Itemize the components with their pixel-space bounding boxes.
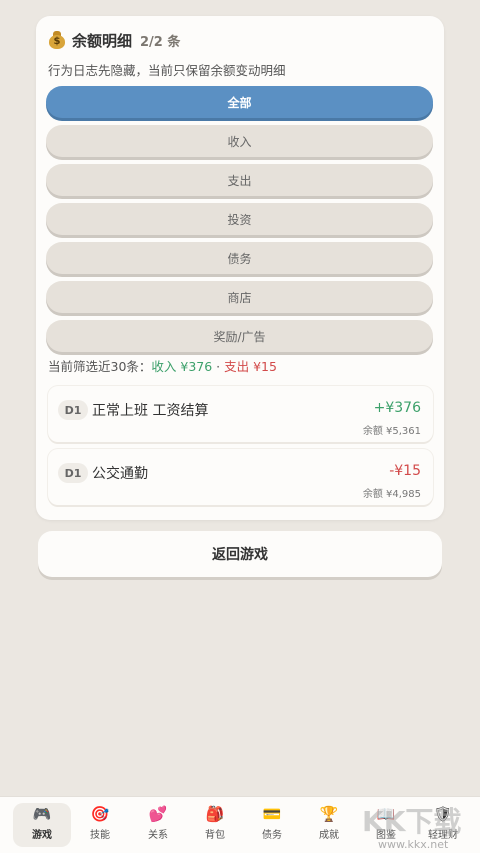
entry-amount: +¥376 [373,400,421,416]
tab-skills[interactable]: 🎯 技能 [71,803,129,847]
summary-separator: · [212,359,225,374]
tab-relationships[interactable]: 💕 关系 [129,803,187,847]
watermark-text: KK下载 [362,805,462,838]
entry-balance: 余额 ¥4,985 [362,489,421,500]
summary-expense: 支出 ¥15 [224,359,277,374]
filter-reward-ad-button[interactable]: 奖励/广告 [46,320,433,352]
entry-title: 正常上班 工资结算 [92,403,209,419]
trophy-icon: 🏆 [319,805,339,823]
tab-label: 背包 [205,830,225,841]
tab-label: 关系 [148,830,168,841]
panel-subtitle: 行为日志先隐藏，当前只保留余额变动明细 [48,63,286,78]
money-bag-icon: $ [48,30,66,50]
summary-income: 收入 ¥376 [151,359,213,374]
entry-title: 公交通勤 [92,466,148,482]
tab-achievements[interactable]: 🏆 成就 [300,803,358,847]
filter-expense-button[interactable]: 支出 [46,164,433,196]
tab-label: 成就 [319,830,339,841]
list-item: D1 公交通勤 -¥15 余额 ¥4,985 [48,449,433,505]
return-to-game-button[interactable]: 返回游戏 [38,531,442,577]
tab-debt[interactable]: 💳 债务 [243,803,301,847]
balance-detail-panel: $ 余额明细 2/2 条 行为日志先隐藏，当前只保留余额变动明细 全部 收入 支… [36,16,444,520]
filter-debt-button[interactable]: 债务 [46,242,433,274]
entry-balance: 余额 ¥5,361 [362,426,421,437]
filter-investment-button[interactable]: 投资 [46,203,433,235]
summary-prefix: 当前筛选近30条： [48,359,152,374]
hearts-icon: 💕 [148,805,168,823]
day-badge: D1 [58,463,88,483]
entry-amount: -¥15 [389,463,421,479]
tab-label: 技能 [90,830,110,841]
day-badge: D1 [58,400,88,420]
tab-label: 债务 [262,830,282,841]
tab-label: 游戏 [32,830,52,841]
target-icon: 🎯 [90,805,110,823]
list-item: D1 正常上班 工资结算 +¥376 余额 ¥5,361 [48,386,433,442]
panel-title: 余额明细 [72,31,133,50]
filter-summary: 当前筛选近30条：收入 ¥376 · 支出 ¥15 [48,356,277,375]
card-icon: 💳 [262,805,282,823]
filter-all-button[interactable]: 全部 [46,86,433,118]
filter-shop-button[interactable]: 商店 [46,281,433,313]
tab-backpack[interactable]: 🎒 背包 [186,803,244,847]
backpack-icon: 🎒 [205,805,225,823]
panel-header: $ 余额明细 2/2 条 [48,30,180,50]
filter-income-button[interactable]: 收入 [46,125,433,157]
record-count: 2/2 条 [140,34,181,50]
gamepad-icon: 🎮 [32,805,52,823]
watermark-url: www.kkx.net [378,838,449,851]
tab-game[interactable]: 🎮 游戏 [13,803,71,847]
watermark-logo: KK下载 www.kkx.net [362,800,474,851]
